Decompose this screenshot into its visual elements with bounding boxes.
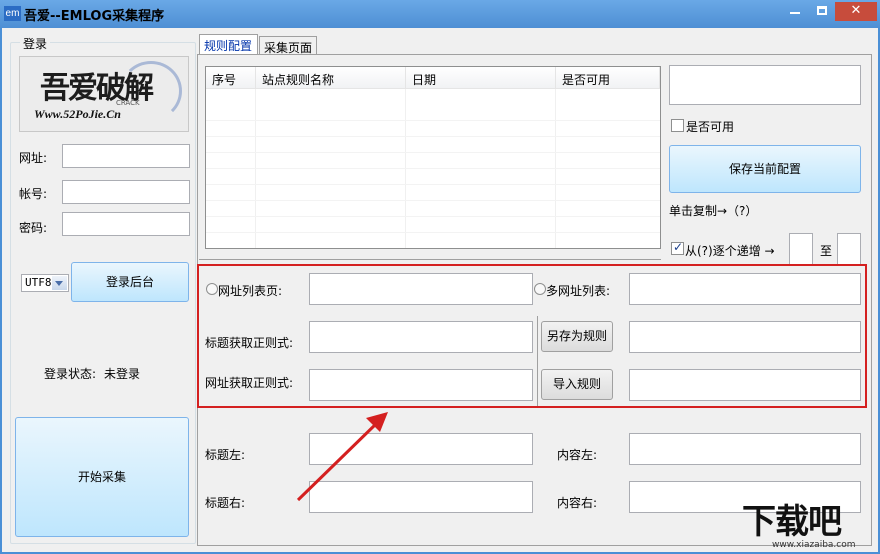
watermark-text: 下载吧 [742, 502, 842, 542]
watermark: 下载吧 www.xiazaiba.com [742, 494, 880, 554]
watermark-url: www.xiazaiba.com [772, 540, 856, 550]
arrow-shaft [296, 420, 380, 502]
app-window: em 吾爱--EMLOG采集程序 ✕ 登录 吾爱破解 Www.52PoJie.C… [0, 0, 880, 554]
annotation-arrow-icon [296, 412, 388, 502]
